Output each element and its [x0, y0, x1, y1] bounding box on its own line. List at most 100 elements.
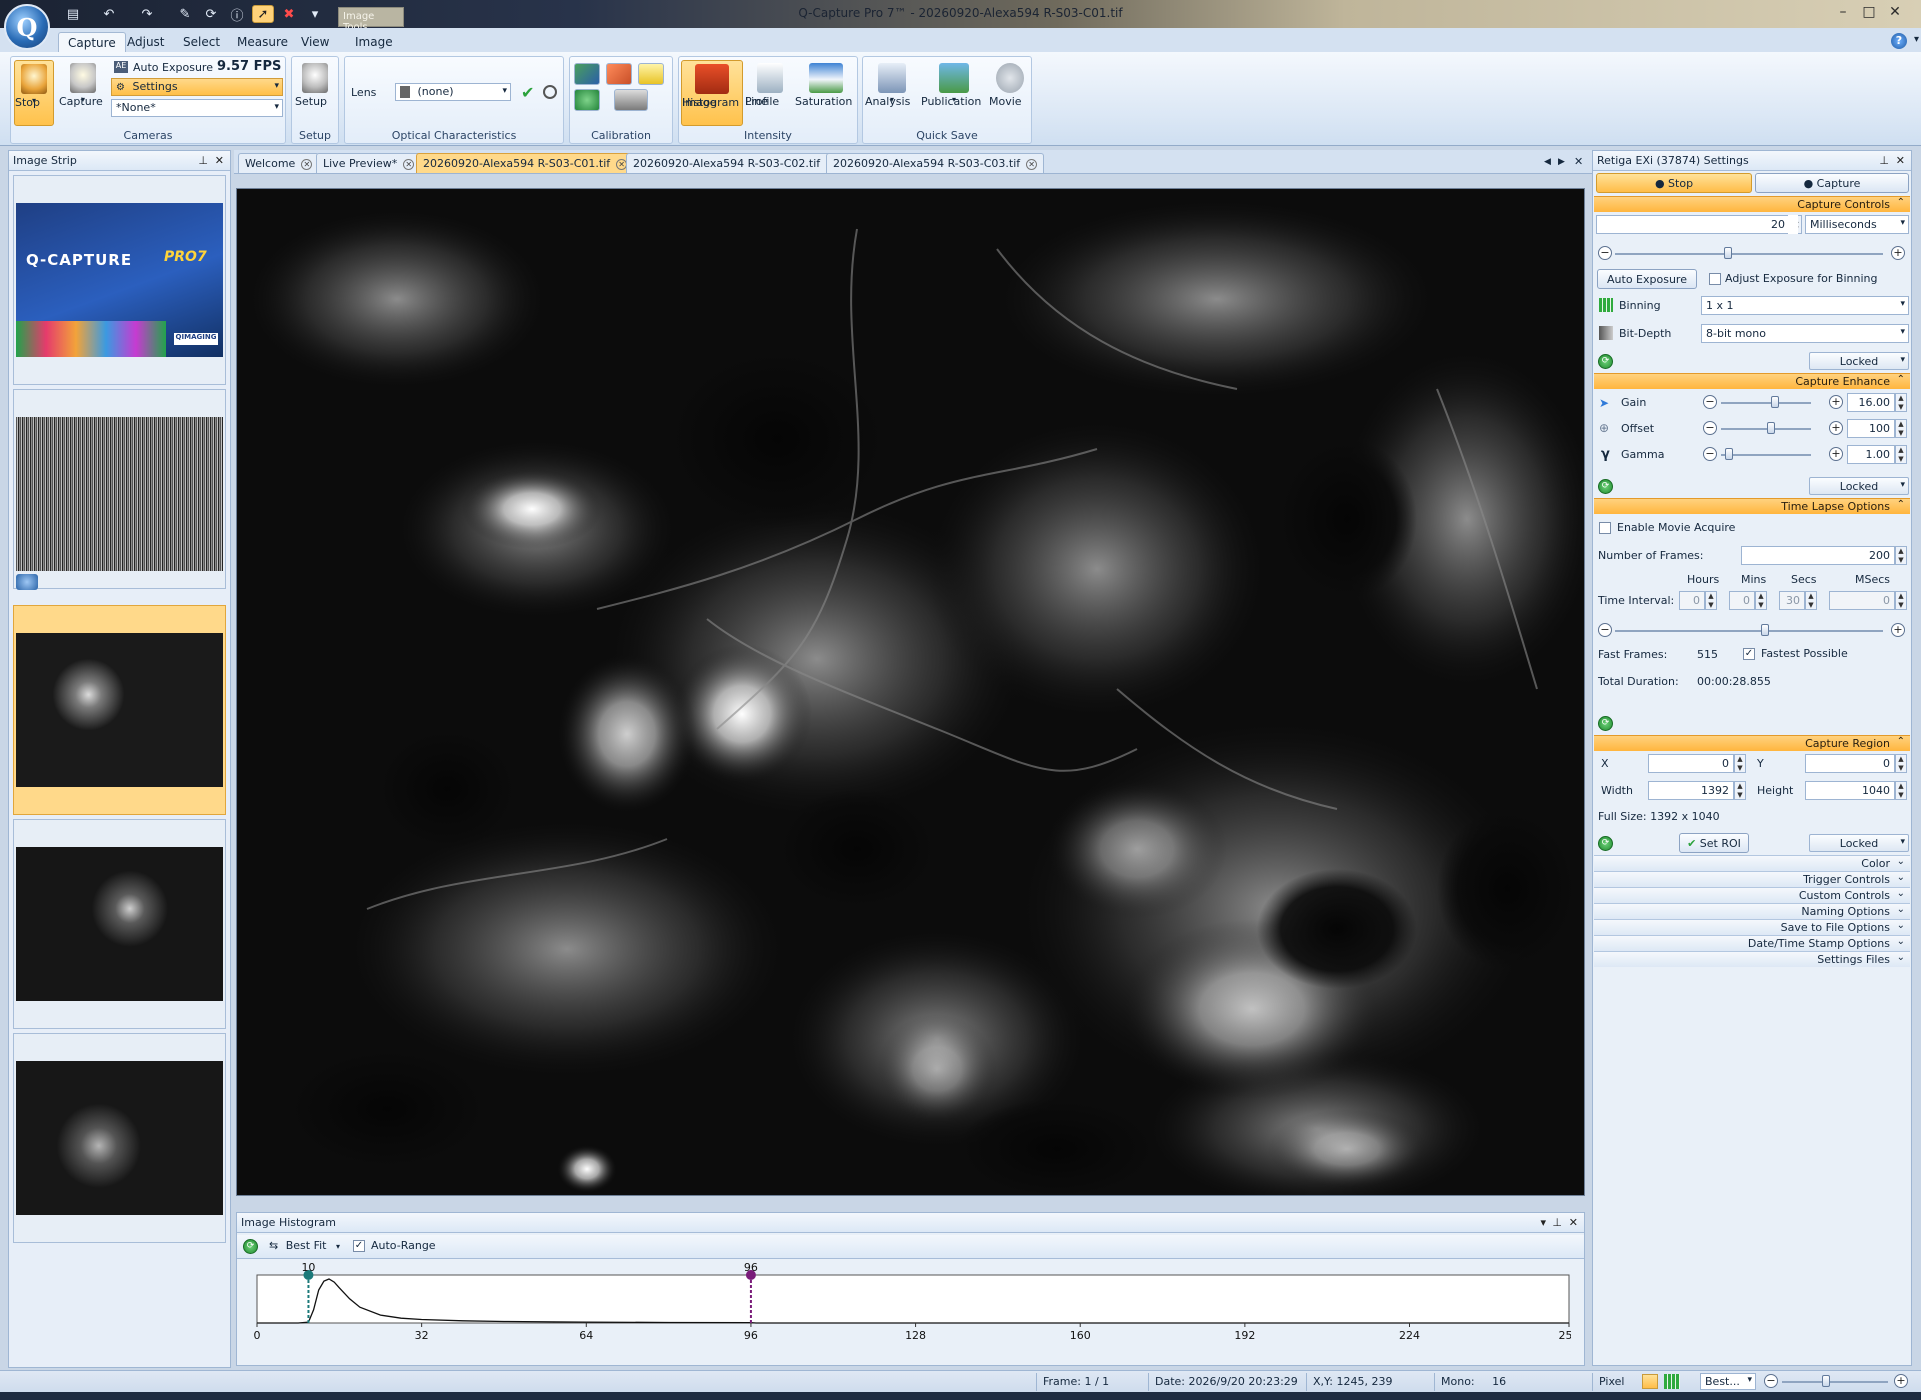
gain-input[interactable]: 16.00 [1847, 393, 1895, 412]
secs-input[interactable]: 30 [1779, 591, 1805, 610]
tab-measure[interactable]: Measure [228, 32, 297, 52]
saturation-button[interactable]: Saturation [795, 60, 857, 126]
custom-controls-section[interactable]: Custom Controls ⌄ [1594, 887, 1910, 903]
gamma-decrease-button[interactable]: − [1703, 447, 1717, 461]
capture-controls-header[interactable]: Capture Controls ⌃ [1594, 196, 1910, 212]
settings-dropdown[interactable]: ⚙ Settings ▾ [111, 78, 283, 96]
close-button[interactable]: ✕ [1884, 3, 1906, 21]
interval-increase-button[interactable]: + [1891, 623, 1905, 637]
offset-input[interactable]: 100 [1847, 419, 1895, 438]
gamma-input[interactable]: 1.00 [1847, 445, 1895, 464]
close-tab-icon[interactable]: ✕ [301, 159, 313, 170]
capture-enhance-header[interactable]: Capture Enhance ⌃ [1594, 373, 1910, 389]
setup-button[interactable]: Setup [295, 60, 335, 126]
app-menu-button[interactable]: Q [4, 4, 50, 50]
zoom-out-button[interactable]: − [1764, 1374, 1778, 1388]
close-pane-icon[interactable]: ✕ [215, 154, 224, 167]
capture-controls-locked-dropdown[interactable]: Locked ▾ [1809, 352, 1909, 370]
capture-button[interactable]: Capture ▾ [59, 60, 107, 126]
msecs-spinner[interactable]: ▲ ▼ [1895, 591, 1907, 610]
close-pane-icon[interactable]: ✕ [1896, 154, 1905, 167]
hours-spinner[interactable]: ▲ ▼ [1705, 591, 1717, 610]
bit-depth-dropdown[interactable]: 8-bit mono ▾ [1701, 324, 1909, 343]
set-roi-button[interactable]: ✔ Set ROI [1679, 833, 1749, 853]
mins-input[interactable]: 0 [1729, 591, 1755, 610]
image-histogram-button[interactable]: Image Histogram [681, 60, 743, 126]
thumbnail-c01[interactable] [13, 605, 226, 815]
preset-dropdown[interactable]: *None* ▾ [111, 99, 283, 117]
y-spinner[interactable]: ▲ ▼ [1895, 754, 1907, 773]
region-locked-dropdown[interactable]: Locked ▾ [1809, 834, 1909, 852]
capture-region-header[interactable]: Capture Region ⌃ [1594, 735, 1910, 751]
thumbnail-c03[interactable] [13, 1033, 226, 1243]
reset-enhance-icon[interactable]: ⟳ [1598, 479, 1613, 494]
gain-slider-track[interactable] [1721, 402, 1811, 404]
pin-icon[interactable]: ⊥ [198, 154, 208, 167]
reset-region-icon[interactable]: ⟳ [1598, 836, 1613, 851]
color-section[interactable]: Color ⌄ [1594, 855, 1910, 871]
maximize-button[interactable]: □ [1858, 3, 1880, 21]
date-time-stamp-section[interactable]: Date/Time Stamp Options ⌄ [1594, 935, 1910, 951]
tab-view[interactable]: View [292, 32, 338, 52]
close-tab-icon[interactable]: ✕ [1026, 159, 1038, 170]
enhance-locked-dropdown[interactable]: Locked ▾ [1809, 477, 1909, 495]
publication-button[interactable]: Publication ▾ [921, 60, 987, 126]
close-document-icon[interactable]: ✕ [1574, 155, 1583, 168]
interval-decrease-button[interactable]: − [1598, 623, 1612, 637]
zoom-slider-track[interactable] [1782, 1381, 1888, 1383]
pin-icon[interactable]: ⊥ [1879, 154, 1889, 167]
exposure-increase-button[interactable]: + [1891, 246, 1905, 260]
grid-view-icon[interactable] [1664, 1374, 1680, 1389]
image-canvas[interactable] [236, 188, 1585, 1196]
line-profile-button[interactable]: Line Profile [745, 60, 795, 126]
lens-settings-icon[interactable] [543, 85, 557, 99]
x-input[interactable]: 0 [1648, 754, 1734, 773]
zoom-in-button[interactable]: + [1894, 1374, 1908, 1388]
doc-tab-c01[interactable]: 20260920-Alexa594 R-S03-C01.tif ✕ [416, 153, 635, 173]
doc-tab-live-preview[interactable]: Live Preview* ✕ [316, 153, 422, 173]
y-input[interactable]: 0 [1805, 754, 1895, 773]
doc-tab-welcome[interactable]: Welcome ✕ [238, 153, 320, 173]
interval-slider-track[interactable] [1615, 630, 1883, 632]
mins-spinner[interactable]: ▲ ▼ [1755, 591, 1767, 610]
offset-slider-track[interactable] [1721, 428, 1811, 430]
apply-lens-check-icon[interactable]: ✔ [521, 83, 534, 102]
settings-capture-button[interactable]: ● Capture [1755, 173, 1909, 193]
width-input[interactable]: 1392 [1648, 781, 1734, 800]
image-view-icon[interactable] [1642, 1374, 1658, 1389]
height-spinner[interactable]: ▲ ▼ [1895, 781, 1907, 800]
reset-capture-controls-icon[interactable]: ⟳ [1598, 354, 1613, 369]
hours-input[interactable]: 0 [1679, 591, 1705, 610]
settings-files-section[interactable]: Settings Files ⌄ [1594, 951, 1910, 967]
height-input[interactable]: 1040 [1805, 781, 1895, 800]
exposure-decrease-button[interactable]: − [1598, 246, 1612, 260]
msecs-input[interactable]: 0 [1829, 591, 1895, 610]
enable-movie-checkbox[interactable] [1599, 522, 1611, 534]
thumbnail-c02[interactable] [13, 819, 226, 1029]
frames-spinner[interactable]: ▲ ▼ [1895, 546, 1907, 565]
auto-exposure-button[interactable]: Auto Exposure [1597, 269, 1697, 289]
trigger-controls-section[interactable]: Trigger Controls ⌄ [1594, 871, 1910, 887]
exposure-unit-dropdown[interactable]: Milliseconds ▾ [1805, 215, 1909, 234]
gain-increase-button[interactable]: + [1829, 395, 1843, 409]
refresh-histogram-icon[interactable]: ⟳ [243, 1239, 258, 1254]
close-pane-icon[interactable]: ✕ [1569, 1216, 1578, 1229]
doc-tab-c03[interactable]: 20260920-Alexa594 R-S03-C03.tif ✕ [826, 153, 1045, 173]
tab-scroll-right-icon[interactable]: ▶ [1558, 157, 1565, 167]
gain-slider-thumb[interactable] [1771, 396, 1779, 408]
ribbon-collapse-icon[interactable]: ▾ [1914, 34, 1919, 45]
offset-slider-thumb[interactable] [1767, 422, 1775, 434]
offset-spinner[interactable]: ▲ ▼ [1895, 419, 1907, 438]
gamma-slider-track[interactable] [1721, 454, 1811, 456]
gamma-increase-button[interactable]: + [1829, 447, 1843, 461]
tab-select[interactable]: Select [174, 32, 229, 52]
exposure-slider-track[interactable] [1615, 253, 1883, 255]
doc-tab-c02[interactable]: 20260920-Alexa594 R-S03-C02.tif✕ [626, 153, 845, 173]
thumbnail-live-preview[interactable] [13, 389, 226, 590]
calibrate-icon[interactable] [574, 63, 600, 85]
exposure-slider-thumb[interactable] [1724, 247, 1732, 259]
tab-capture[interactable]: Capture [58, 32, 126, 52]
close-tab-icon[interactable]: ✕ [403, 159, 415, 170]
binning-dropdown[interactable]: 1 x 1 ▾ [1701, 296, 1909, 315]
offset-decrease-button[interactable]: − [1703, 421, 1717, 435]
